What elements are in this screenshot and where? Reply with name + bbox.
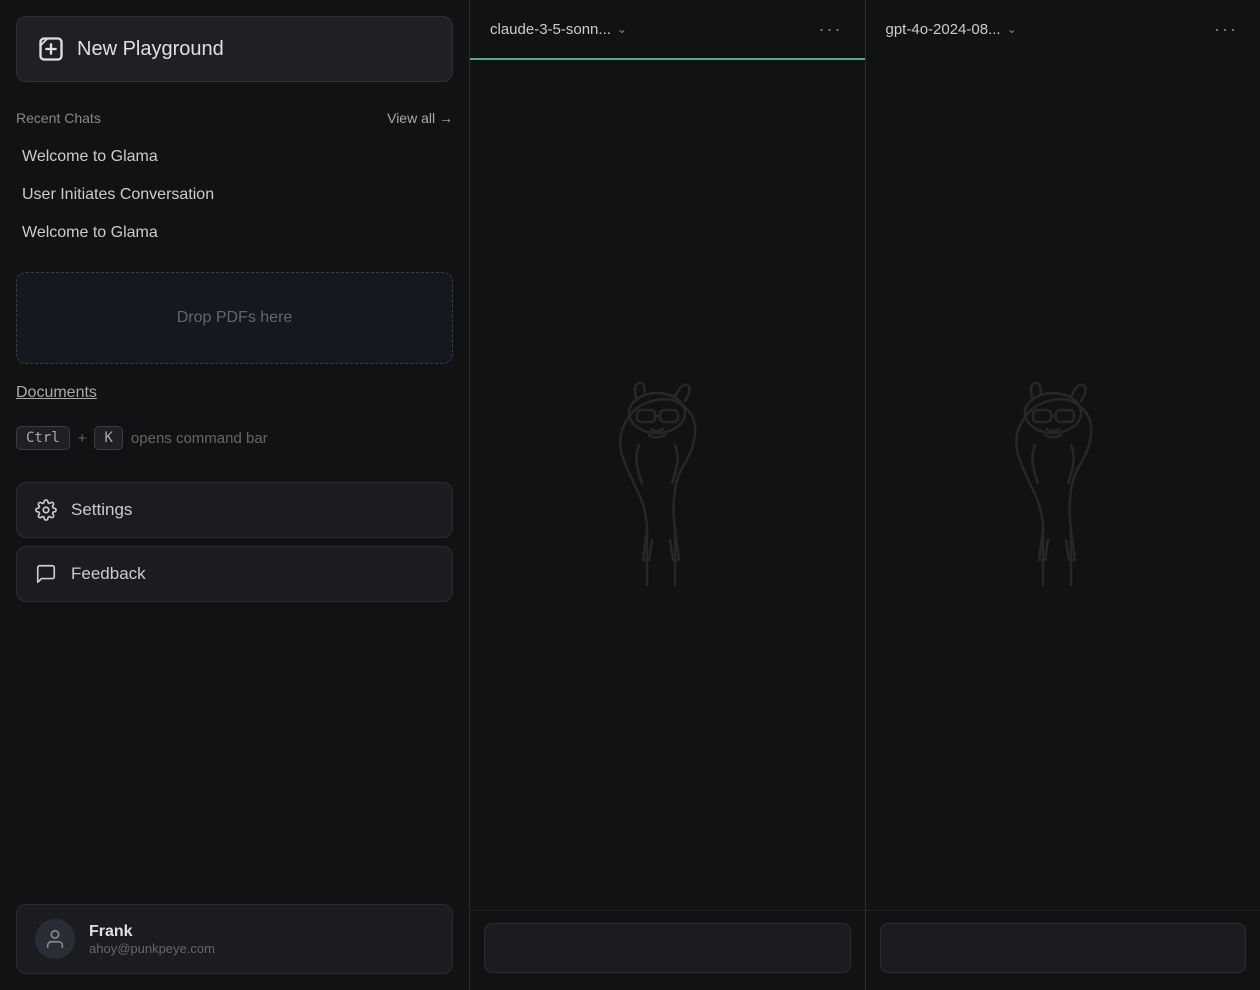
ctrl-key: Ctrl — [16, 426, 70, 450]
view-all-link[interactable]: View all → — [387, 110, 453, 126]
recent-chats-header: Recent Chats View all → — [16, 110, 453, 126]
user-info: Frank ahoy@punkpeye.com — [89, 923, 215, 956]
panel-1-footer — [470, 910, 865, 990]
new-playground-icon — [37, 35, 65, 63]
user-email: ahoy@punkpeye.com — [89, 941, 215, 956]
panel-1-model-name: claude-3-5-sonn... — [490, 21, 611, 38]
k-key: K — [94, 426, 122, 450]
drop-zone-label: Drop PDFs here — [177, 309, 293, 326]
panel-1: claude-3-5-sonn... ⌄ ··· — [470, 0, 866, 990]
panel-2-header: gpt-4o-2024-08... ⌄ ··· — [866, 0, 1260, 60]
new-playground-button[interactable]: New Playground — [16, 16, 453, 82]
panel-2-model-name: gpt-4o-2024-08... — [886, 21, 1001, 38]
list-item[interactable]: User Initiates Conversation — [16, 176, 453, 214]
settings-button[interactable]: Settings — [16, 482, 453, 538]
recent-chats-list: Welcome to Glama User Initiates Conversa… — [16, 138, 453, 252]
view-all-label: View all → — [387, 110, 453, 126]
plus-separator: + — [78, 430, 87, 447]
panel-1-more-button[interactable]: ··· — [811, 15, 851, 44]
documents-label: Documents — [16, 384, 97, 401]
user-avatar-icon — [44, 928, 66, 950]
panel-1-model-selector[interactable]: claude-3-5-sonn... ⌄ — [484, 17, 633, 42]
new-playground-label: New Playground — [77, 38, 224, 61]
panel-1-header: claude-3-5-sonn... ⌄ ··· — [470, 0, 865, 60]
panel-2-model-selector[interactable]: gpt-4o-2024-08... ⌄ — [880, 17, 1023, 42]
chevron-down-icon: ⌄ — [1007, 22, 1017, 36]
user-name: Frank — [89, 923, 215, 941]
llama-illustration-2 — [953, 375, 1173, 595]
feedback-icon — [35, 563, 57, 585]
keyboard-shortcut-hint: Ctrl + K opens command bar — [16, 426, 453, 450]
feedback-label: Feedback — [71, 564, 146, 584]
documents-link[interactable]: Documents — [16, 384, 453, 402]
user-section[interactable]: Frank ahoy@punkpeye.com — [16, 904, 453, 974]
settings-label: Settings — [71, 500, 132, 520]
llama-illustration — [557, 375, 777, 595]
panel-2: gpt-4o-2024-08... ⌄ ··· — [866, 0, 1260, 990]
gear-icon — [35, 499, 57, 521]
panel-1-chat-input[interactable] — [484, 923, 851, 973]
panel-1-body — [470, 60, 865, 910]
sidebar-actions: Settings Feedback — [16, 482, 453, 602]
panel-2-more-button[interactable]: ··· — [1206, 15, 1246, 44]
list-item[interactable]: Welcome to Glama — [16, 138, 453, 176]
panel-2-chat-input[interactable] — [880, 923, 1247, 973]
panel-2-body — [866, 60, 1260, 910]
chevron-down-icon: ⌄ — [617, 22, 627, 36]
recent-chats-label: Recent Chats — [16, 110, 101, 126]
sidebar: New Playground Recent Chats View all → W… — [0, 0, 470, 990]
keyboard-hint-text: opens command bar — [131, 430, 268, 447]
avatar — [35, 919, 75, 959]
panel-2-footer — [866, 910, 1260, 990]
feedback-button[interactable]: Feedback — [16, 546, 453, 602]
pdf-drop-zone[interactable]: Drop PDFs here — [16, 272, 453, 364]
list-item[interactable]: Welcome to Glama — [16, 214, 453, 252]
main-content: claude-3-5-sonn... ⌄ ··· — [470, 0, 1260, 990]
